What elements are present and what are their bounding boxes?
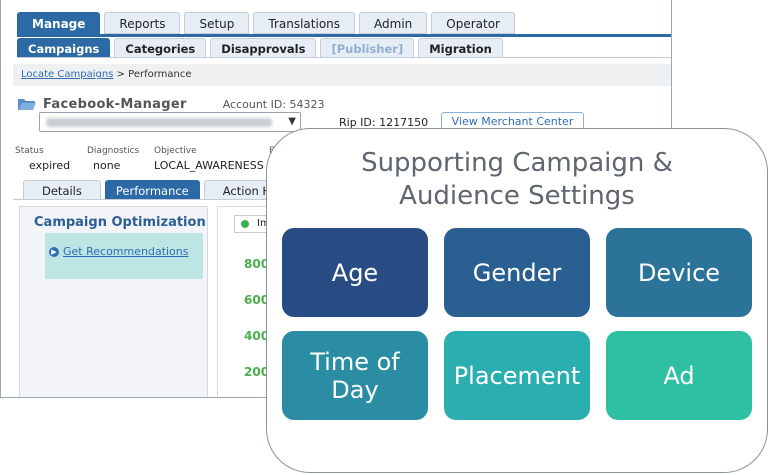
setting-tile-ad: Ad — [606, 331, 752, 420]
get-recommendations-link[interactable]: Get Recommendations — [63, 245, 189, 258]
meta-status-value: expired — [29, 159, 71, 172]
breadcrumb: Locate Campaigns > Performance — [13, 64, 671, 86]
breadcrumb-current: Performance — [128, 69, 192, 80]
meta-status-label: Status — [15, 146, 44, 156]
sub-nav-divider — [17, 57, 671, 58]
meta-diagnostics-label: Diagnostics — [87, 146, 140, 156]
breadcrumb-link-locate-campaigns[interactable]: Locate Campaigns — [21, 69, 113, 80]
tab-translations[interactable]: Translations — [253, 12, 356, 34]
setting-tile-device: Device — [606, 228, 752, 317]
audience-settings-title: Supporting Campaign & Audience Settings — [361, 148, 673, 211]
setting-tile-gender: Gender — [444, 228, 590, 317]
main-nav-tabs: Manage Reports Setup Translations Admin … — [17, 12, 515, 34]
legend-dot-icon — [241, 220, 249, 228]
account-id-value: 54323 — [289, 97, 325, 111]
subtab-publisher[interactable]: [Publisher] — [320, 38, 415, 58]
tab-admin[interactable]: Admin — [359, 12, 428, 34]
sub-nav-tabs: Campaigns Categories Disapprovals [Publi… — [17, 38, 503, 58]
meta-status: Status expired — [15, 146, 70, 172]
tab-setup[interactable]: Setup — [184, 12, 250, 34]
meta-diagnostics-value: none — [93, 159, 121, 172]
chevron-down-icon: ▼ — [288, 116, 296, 127]
meta-objective-value: LOCAL_AWARENESS — [154, 159, 264, 172]
main-nav-bar — [17, 34, 671, 37]
tab-manage[interactable]: Manage — [17, 12, 101, 34]
setting-tile-age: Age — [282, 228, 428, 317]
setting-tile-placement: Placement — [444, 331, 590, 420]
setting-tile-time-of-day: Time of Day — [282, 331, 428, 420]
subtab-migration[interactable]: Migration — [418, 38, 503, 58]
account-id: Account ID: 54323 — [223, 98, 325, 111]
campaign-select-value-redacted — [46, 118, 272, 127]
tab-performance[interactable]: Performance — [104, 180, 200, 200]
meta-diagnostics: Diagnostics none — [87, 146, 139, 172]
tab-reports[interactable]: Reports — [104, 12, 181, 34]
account-id-label: Account ID: — [222, 97, 287, 111]
campaign-select[interactable]: ▼ — [39, 112, 301, 132]
account-header: Facebook-Manager Account ID: 54323 — [17, 96, 325, 112]
arrow-right-circle-icon: ▶ — [49, 247, 59, 257]
audience-settings-card: Supporting Campaign & Audience Settings … — [266, 128, 768, 473]
meta-objective-label: Objective — [154, 146, 197, 156]
meta-objective: Objective LOCAL_AWARENESS — [154, 146, 264, 172]
get-recommendations-box: ▶ Get Recommendations — [45, 233, 203, 279]
subtab-disapprovals[interactable]: Disapprovals — [210, 38, 317, 58]
campaign-optimization-title: Campaign Optimization — [34, 215, 206, 230]
subtab-campaigns[interactable]: Campaigns — [17, 38, 111, 58]
tab-operator[interactable]: Operator — [431, 12, 515, 34]
folder-open-icon — [18, 99, 36, 110]
tab-details[interactable]: Details — [23, 180, 101, 200]
subtab-categories[interactable]: Categories — [114, 38, 207, 58]
account-name: Facebook-Manager — [43, 96, 187, 112]
campaign-optimization-panel: Campaign Optimization ▶ Get Recommendati… — [19, 206, 208, 397]
breadcrumb-separator: > — [113, 69, 129, 80]
